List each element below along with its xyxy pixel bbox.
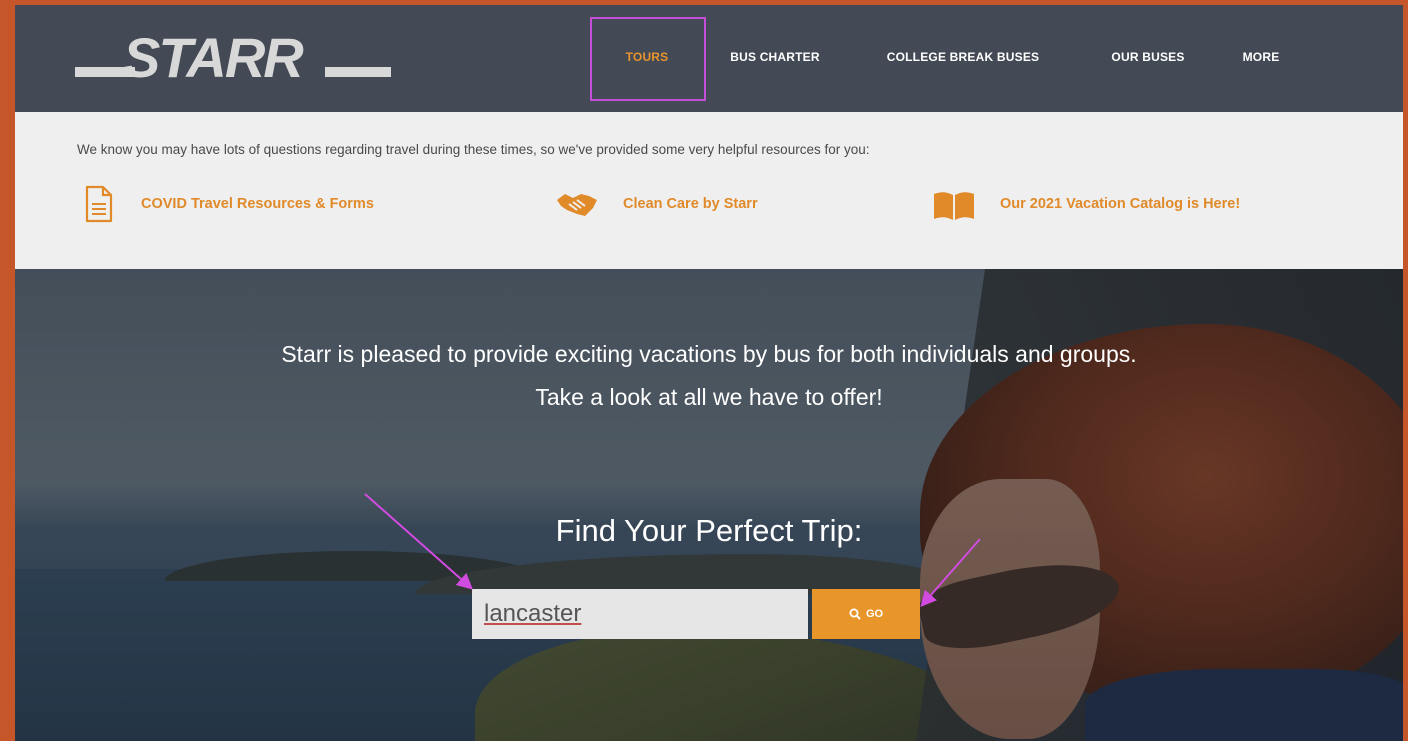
nav-our-buses[interactable]: OUR BUSES: [1093, 17, 1203, 97]
resource-label[interactable]: COVID Travel Resources & Forms: [141, 196, 374, 212]
resource-covid-travel[interactable]: COVID Travel Resources & Forms: [79, 184, 374, 224]
handshake-icon: [557, 194, 597, 216]
resource-vacation-catalog[interactable]: Our 2021 Vacation Catalog is Here!: [930, 184, 1240, 224]
hero-tagline-2: Take a look at all we have to offer!: [535, 384, 883, 410]
nav-bus-charter[interactable]: BUS CHARTER: [720, 17, 830, 97]
logo-text: STARR: [123, 27, 304, 89]
book-icon: [934, 192, 974, 220]
nav-tours[interactable]: TOURS: [590, 17, 704, 97]
hero-overlay: [15, 269, 1403, 741]
find-trip-heading: Find Your Perfect Trip:: [555, 513, 863, 548]
resource-label[interactable]: Clean Care by Starr: [623, 196, 758, 212]
page-frame: STARR TOURS BUS CHARTER COLLEGE BREAK BU…: [15, 5, 1403, 741]
nav-more[interactable]: MORE: [1226, 17, 1296, 97]
hero-banner: Starr is pleased to provide exciting vac…: [15, 269, 1403, 741]
covid-info-bar: We know you may have lots of questions r…: [15, 112, 1403, 269]
resource-label[interactable]: Our 2021 Vacation Catalog is Here!: [1000, 196, 1240, 212]
trip-search-input[interactable]: [472, 589, 808, 639]
starr-logo[interactable]: STARR: [75, 27, 395, 91]
nav-college-break-buses[interactable]: COLLEGE BREAK BUSES: [868, 17, 1058, 97]
go-search-button[interactable]: GO: [812, 589, 920, 639]
document-icon: [85, 185, 113, 223]
go-label: GO: [865, 608, 884, 620]
resource-clean-care[interactable]: Clean Care by Starr: [553, 184, 758, 224]
info-message: We know you may have lots of questions r…: [77, 142, 870, 157]
hero-tagline-1: Starr is pleased to provide exciting vac…: [281, 341, 1137, 367]
search-icon: [849, 608, 861, 620]
site-header: STARR TOURS BUS CHARTER COLLEGE BREAK BU…: [15, 5, 1403, 112]
